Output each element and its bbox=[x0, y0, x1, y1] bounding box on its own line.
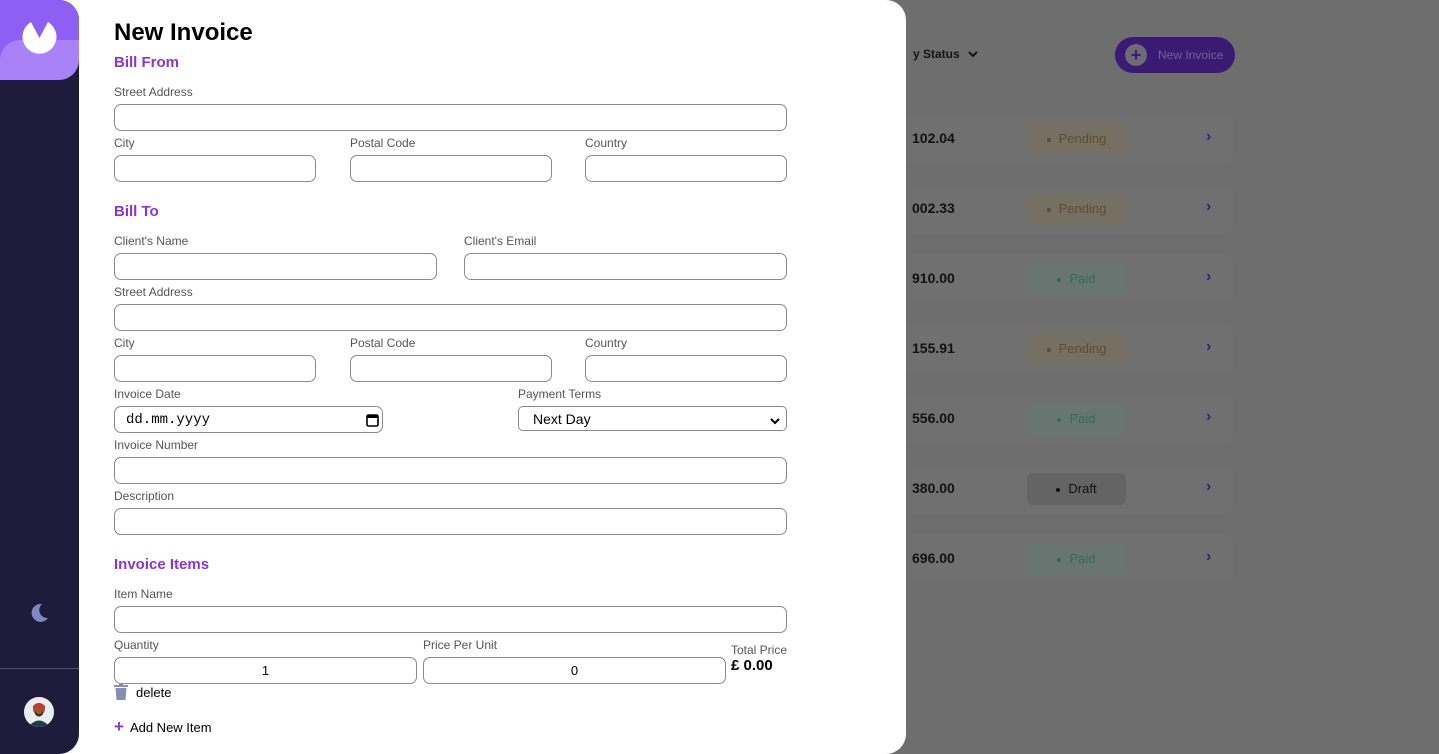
chevron-right-icon[interactable]: › bbox=[1206, 268, 1211, 286]
client-name-label: Client's Name bbox=[114, 234, 189, 248]
status-badge: Paid bbox=[1027, 543, 1126, 575]
price-per-unit-input[interactable] bbox=[423, 657, 726, 684]
status-badge: Paid bbox=[1027, 263, 1126, 295]
sidebar-divider bbox=[0, 668, 79, 669]
invoice-amount: 556.00 bbox=[912, 410, 955, 426]
table-row[interactable]: 155.91 Pending › bbox=[880, 325, 1233, 373]
invoice-number-input[interactable] bbox=[114, 457, 787, 484]
invoice-amount: 696.00 bbox=[912, 550, 955, 566]
bill-to-street-input[interactable] bbox=[114, 304, 787, 331]
page-title: New Invoice bbox=[114, 19, 253, 46]
payment-terms-select[interactable]: Next Day bbox=[518, 406, 787, 431]
table-row[interactable]: 910.00 Paid › bbox=[880, 255, 1233, 303]
add-new-item-button[interactable]: + Add New Item bbox=[114, 717, 212, 737]
bill-from-city-input[interactable] bbox=[114, 155, 316, 182]
invoice-amount: 102.04 bbox=[912, 130, 955, 146]
chevron-down-icon bbox=[967, 47, 978, 61]
client-email-input[interactable] bbox=[464, 253, 787, 280]
chevron-right-icon[interactable]: › bbox=[1206, 408, 1211, 426]
chevron-right-icon[interactable]: › bbox=[1206, 478, 1211, 496]
bill-from-postal-label: Postal Code bbox=[350, 136, 416, 150]
delete-item-button[interactable]: delete bbox=[114, 684, 171, 703]
chevron-right-icon[interactable]: › bbox=[1206, 338, 1211, 356]
payment-terms-label: Payment Terms bbox=[518, 387, 602, 401]
bill-from-city-label: City bbox=[114, 136, 135, 150]
table-row[interactable]: 556.00 Paid › bbox=[880, 395, 1233, 443]
price-per-unit-label: Price Per Unit bbox=[423, 638, 498, 652]
sidebar bbox=[0, 0, 79, 754]
bill-from-street-input[interactable] bbox=[114, 104, 787, 131]
table-row[interactable]: 696.00 Paid › bbox=[880, 535, 1233, 583]
bill-to-city-label: City bbox=[114, 336, 135, 350]
item-name-label: Item Name bbox=[114, 587, 173, 601]
invoice-number-label: Invoice Number bbox=[114, 438, 199, 452]
invoice-date-label: Invoice Date bbox=[114, 387, 181, 401]
bill-from-country-input[interactable] bbox=[585, 155, 787, 182]
bill-to-street-label: Street Address bbox=[114, 285, 193, 299]
trash-icon bbox=[114, 684, 128, 703]
logo-icon bbox=[22, 22, 57, 54]
invoice-amount: 002.33 bbox=[912, 200, 955, 216]
total-price-value: £ 0.00 bbox=[731, 657, 773, 674]
bill-to-postal-input[interactable] bbox=[350, 355, 552, 382]
moon-icon[interactable] bbox=[28, 602, 50, 629]
invoice-amount: 910.00 bbox=[912, 270, 955, 286]
description-label: Description bbox=[114, 489, 175, 503]
item-name-input[interactable] bbox=[114, 606, 787, 633]
plus-icon: + bbox=[114, 717, 124, 736]
status-badge: Pending bbox=[1027, 123, 1126, 155]
client-email-label: Client's Email bbox=[464, 234, 537, 248]
new-invoice-panel: New Invoice Bill From Street Address Cit… bbox=[60, 0, 906, 754]
chevron-right-icon[interactable]: › bbox=[1206, 198, 1211, 216]
client-name-input[interactable] bbox=[114, 253, 437, 280]
status-badge: Paid bbox=[1027, 403, 1126, 435]
bill-from-postal-input[interactable] bbox=[350, 155, 552, 182]
avatar[interactable] bbox=[24, 697, 54, 727]
status-badge: Pending bbox=[1027, 333, 1126, 365]
calendar-icon[interactable] bbox=[366, 413, 379, 432]
bill-to-postal-label: Postal Code bbox=[350, 336, 416, 350]
chevron-right-icon[interactable]: › bbox=[1206, 548, 1211, 566]
status-badge: Draft bbox=[1027, 473, 1126, 505]
table-row[interactable]: 380.00 Draft › bbox=[880, 465, 1233, 513]
invoice-items-heading: Invoice Items bbox=[114, 556, 210, 573]
chevron-down-icon bbox=[770, 413, 780, 431]
invoice-amount: 155.91 bbox=[912, 340, 955, 356]
bill-to-country-input[interactable] bbox=[585, 355, 787, 382]
table-row[interactable]: 102.04 Pending › bbox=[880, 115, 1233, 163]
quantity-label: Quantity bbox=[114, 638, 159, 652]
invoice-date-input[interactable]: dd.mm.yyyy bbox=[114, 406, 383, 433]
bill-from-heading: Bill From bbox=[114, 54, 180, 71]
chevron-right-icon[interactable]: › bbox=[1206, 128, 1211, 146]
invoice-amount: 380.00 bbox=[912, 480, 955, 496]
logo[interactable] bbox=[0, 0, 79, 80]
quantity-input[interactable] bbox=[114, 657, 417, 684]
filter-by-status[interactable]: y Status bbox=[913, 47, 978, 61]
new-invoice-button[interactable]: + New Invoice bbox=[1115, 37, 1235, 73]
bill-to-country-label: Country bbox=[585, 336, 628, 350]
status-badge: Pending bbox=[1027, 193, 1126, 225]
bill-to-city-input[interactable] bbox=[114, 355, 316, 382]
bill-to-heading: Bill To bbox=[114, 203, 159, 220]
bill-from-street-label: Street Address bbox=[114, 85, 193, 99]
description-input[interactable] bbox=[114, 508, 787, 535]
table-row[interactable]: 002.33 Pending › bbox=[880, 185, 1233, 233]
total-price-label: Total Price bbox=[731, 643, 788, 657]
bill-from-country-label: Country bbox=[585, 136, 628, 150]
plus-icon: + bbox=[1125, 44, 1147, 66]
